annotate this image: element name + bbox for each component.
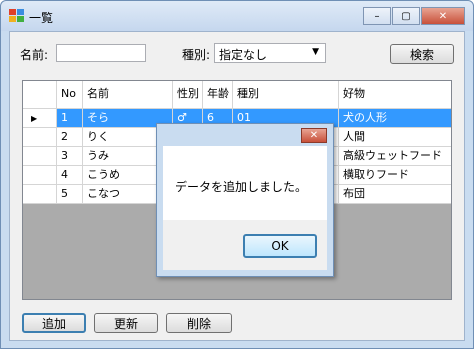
column-header[interactable]: 好物 xyxy=(339,81,451,109)
name-input[interactable] xyxy=(56,44,146,62)
column-header[interactable]: 種別 xyxy=(233,81,339,109)
table-cell[interactable]: 人間 xyxy=(339,128,451,147)
add-button[interactable]: 追加 xyxy=(22,313,86,333)
type-label: 種別: xyxy=(182,48,211,62)
window-title: 一覧 xyxy=(29,11,54,25)
table-cell[interactable]: 5 xyxy=(57,185,83,204)
dialog-message: データを追加しました。 xyxy=(175,180,308,194)
close-button[interactable]: ✕ xyxy=(421,7,465,25)
delete-button[interactable]: 削除 xyxy=(166,313,232,333)
grid-header: No 名前 性別 年齢 種別 好物 xyxy=(23,81,451,109)
column-header[interactable]: No xyxy=(57,81,83,109)
table-cell[interactable]: 3 xyxy=(57,147,83,166)
row-header[interactable] xyxy=(23,128,57,147)
row-header-corner xyxy=(23,81,57,109)
table-cell[interactable]: 布団 xyxy=(339,185,451,204)
type-select[interactable]: 指定なし ▼ xyxy=(214,43,326,63)
title-bar[interactable]: 一覧 – ▢ ✕ xyxy=(1,1,473,31)
table-cell[interactable]: 犬の人形 xyxy=(339,109,451,128)
row-header[interactable] xyxy=(23,185,57,204)
minimize-button[interactable]: – xyxy=(363,7,391,25)
row-header[interactable] xyxy=(23,147,57,166)
table-cell[interactable]: 1 xyxy=(57,109,83,128)
maximize-button[interactable]: ▢ xyxy=(392,7,420,25)
dialog-close-button[interactable]: ✕ xyxy=(301,128,327,143)
table-cell[interactable]: 2 xyxy=(57,128,83,147)
update-button[interactable]: 更新 xyxy=(94,313,158,333)
column-header[interactable]: 年齢 xyxy=(203,81,233,109)
row-indicator-icon: ▶ xyxy=(23,109,57,128)
name-label: 名前: xyxy=(20,48,49,62)
search-button[interactable]: 検索 xyxy=(390,44,454,64)
app-icon xyxy=(9,9,25,23)
table-cell[interactable]: 高級ウェットフード xyxy=(339,147,451,166)
chevron-down-icon: ▼ xyxy=(312,47,319,57)
table-cell[interactable]: 横取りフード xyxy=(339,166,451,185)
column-header[interactable]: 性別 xyxy=(173,81,203,109)
dialog-footer: OK xyxy=(163,220,327,270)
ok-button[interactable]: OK xyxy=(243,234,317,258)
type-select-value: 指定なし xyxy=(219,48,268,62)
table-cell[interactable]: 4 xyxy=(57,166,83,185)
column-header[interactable]: 名前 xyxy=(83,81,173,109)
message-dialog: ✕ データを追加しました。 OK xyxy=(156,123,334,277)
row-header[interactable] xyxy=(23,166,57,185)
